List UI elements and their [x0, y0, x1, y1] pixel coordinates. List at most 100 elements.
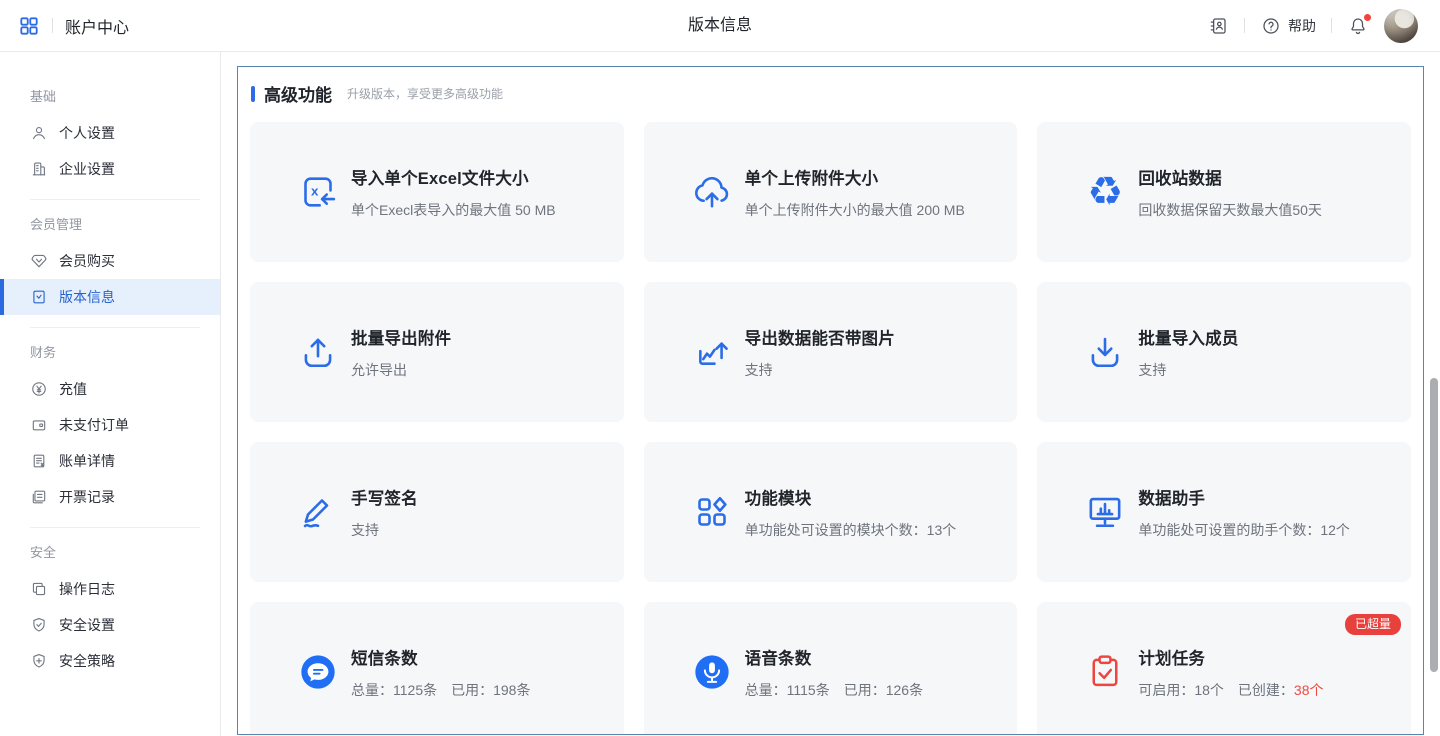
card-desc: 支持 [1138, 360, 1238, 380]
over-quota-badge: 已超量 [1345, 614, 1401, 635]
export-icon [297, 330, 339, 374]
sidebar: 基础个人设置企业设置会员管理会员购买版本信息财务充值未支付订单账单详情开票记录安… [0, 52, 221, 736]
sidebar-item-label: 企业设置 [59, 159, 115, 179]
modules-icon [691, 490, 733, 534]
feature-card-batch-export-attachments: 批量导出附件允许导出 [250, 282, 624, 422]
card-desc: 总量：1125条 已用：198条 [351, 680, 530, 700]
feature-card-sms-count: 短信条数总量：1125条 已用：198条 [250, 602, 624, 735]
card-title: 导出数据能否带图片 [745, 325, 895, 349]
excel-import-icon: x [297, 170, 339, 214]
sidebar-item-member-purchase[interactable]: 会员购买 [0, 243, 220, 279]
page-title: 版本信息 [688, 0, 752, 52]
sidebar-item-bill-details[interactable]: 账单详情 [0, 443, 220, 479]
card-desc-text: 单个Execl表导入的最大值 50 MB [351, 202, 556, 218]
feature-card-export-with-images: 导出数据能否带图片支持 [644, 282, 1018, 422]
help-button[interactable]: 帮助 [1260, 15, 1316, 37]
app-title: 账户中心 [65, 14, 129, 38]
card-title: 语音条数 [745, 645, 923, 669]
section-subtitle: 升级版本，享受更多高级功能 [347, 85, 503, 102]
sidebar-item-invoice-records[interactable]: 开票记录 [0, 479, 220, 515]
feature-card-excel-import-size: x导入单个Excel文件大小单个Execl表导入的最大值 50 MB [250, 122, 624, 262]
card-title: 短信条数 [351, 645, 530, 669]
import-icon [1084, 330, 1126, 374]
card-desc: 支持 [351, 520, 418, 540]
help-circle-icon [1260, 15, 1282, 37]
card-desc: 允许导出 [351, 360, 451, 380]
card-desc: 总量：1115条 已用：126条 [745, 680, 923, 700]
sidebar-item-operation-log[interactable]: 操作日志 [0, 571, 220, 607]
sidebar-item-security-settings[interactable]: 安全设置 [0, 607, 220, 643]
card-desc-text: 回收数据保留天数最大值50天 [1138, 202, 1322, 218]
card-desc: 单功能处可设置的助手个数：12个 [1138, 520, 1350, 540]
shield-plus-icon [30, 652, 48, 670]
feature-card-voice-count: 语音条数总量：1115条 已用：126条 [644, 602, 1018, 735]
sidebar-section-label: 会员管理 [30, 214, 220, 233]
chart-up-icon [691, 330, 733, 374]
topbar-divider [52, 18, 53, 33]
sidebar-item-label: 开票记录 [59, 487, 115, 507]
card-title: 回收站数据 [1138, 165, 1322, 189]
sidebar-item-unpaid-orders[interactable]: 未支付订单 [0, 407, 220, 443]
sidebar-section-label: 安全 [30, 542, 220, 561]
sidebar-item-recharge[interactable]: 充值 [0, 371, 220, 407]
operation-log-icon [30, 580, 48, 598]
card-title: 数据助手 [1138, 485, 1350, 509]
sidebar-item-security-policy[interactable]: 安全策略 [0, 643, 220, 679]
card-title: 批量导出附件 [351, 325, 451, 349]
sidebar-item-enterprise-settings[interactable]: 企业设置 [0, 151, 220, 187]
recharge-icon [30, 380, 48, 398]
sidebar-divider [30, 199, 200, 200]
card-desc: 回收数据保留天数最大值50天 [1138, 200, 1322, 220]
svg-text:x: x [311, 183, 319, 198]
version-doc-icon [30, 288, 48, 306]
sidebar-item-label: 个人设置 [59, 123, 115, 143]
sidebar-section-label: 基础 [30, 86, 220, 105]
topbar-divider [1244, 18, 1245, 33]
contact-book-icon[interactable] [1207, 15, 1229, 37]
section-title: 高级功能 [264, 81, 332, 106]
card-desc-text: 可启用：18个 已创建： [1138, 682, 1294, 698]
notification-dot [1364, 14, 1371, 21]
feature-card-handwritten-signature: 手写签名支持 [250, 442, 624, 582]
content-scrollbar[interactable] [1430, 378, 1438, 672]
sidebar-item-label: 账单详情 [59, 451, 115, 471]
feature-card-function-modules: 功能模块单功能处可设置的模块个数：13个 [644, 442, 1018, 582]
card-desc: 单个上传附件大小的最大值 200 MB [745, 200, 965, 220]
sidebar-item-label: 安全设置 [59, 615, 115, 635]
section-accent-bar [251, 86, 255, 102]
sidebar-item-label: 充值 [59, 379, 87, 399]
invoice-icon [30, 488, 48, 506]
data-assistant-icon [1084, 490, 1126, 534]
feature-card-scheduled-tasks: 已超量计划任务可启用：18个 已创建：38个 [1037, 602, 1411, 735]
signature-icon [297, 490, 339, 534]
task-icon [1084, 650, 1126, 694]
sidebar-item-version-info[interactable]: 版本信息 [0, 279, 220, 315]
avatar[interactable] [1384, 9, 1418, 43]
card-desc: 可启用：18个 已创建：38个 [1138, 680, 1323, 700]
card-desc: 支持 [745, 360, 895, 380]
advanced-features-panel: 高级功能 升级版本，享受更多高级功能 x导入单个Excel文件大小单个Execl… [237, 66, 1424, 735]
card-title: 批量导入成员 [1138, 325, 1238, 349]
sidebar-item-label: 操作日志 [59, 579, 115, 599]
grid-logo-icon[interactable] [18, 15, 40, 37]
sidebar-item-label: 未支付订单 [59, 415, 129, 435]
recycle-icon: ♻ [1084, 170, 1126, 214]
topbar: 账户中心 版本信息 帮助 [0, 0, 1440, 52]
card-desc-text: 支持 [1138, 362, 1166, 378]
sidebar-item-label: 版本信息 [59, 287, 115, 307]
voice-icon [691, 650, 733, 694]
card-title: 单个上传附件大小 [745, 165, 965, 189]
card-title: 功能模块 [745, 485, 957, 509]
notifications-button[interactable] [1347, 15, 1369, 37]
feature-card-grid: x导入单个Excel文件大小单个Execl表导入的最大值 50 MB单个上传附件… [250, 122, 1411, 735]
sidebar-item-label: 安全策略 [59, 651, 115, 671]
topbar-divider [1331, 18, 1332, 33]
card-desc-text: 总量：1125条 已用：198条 [351, 682, 530, 698]
card-desc-text: 单功能处可设置的助手个数：12个 [1138, 522, 1350, 538]
sidebar-item-personal-settings[interactable]: 个人设置 [0, 115, 220, 151]
card-desc-text: 支持 [351, 522, 379, 538]
cloud-upload-icon [691, 170, 733, 214]
feature-card-upload-attachment-size: 单个上传附件大小单个上传附件大小的最大值 200 MB [644, 122, 1018, 262]
card-desc-text: 支持 [745, 362, 773, 378]
building-icon [30, 160, 48, 178]
